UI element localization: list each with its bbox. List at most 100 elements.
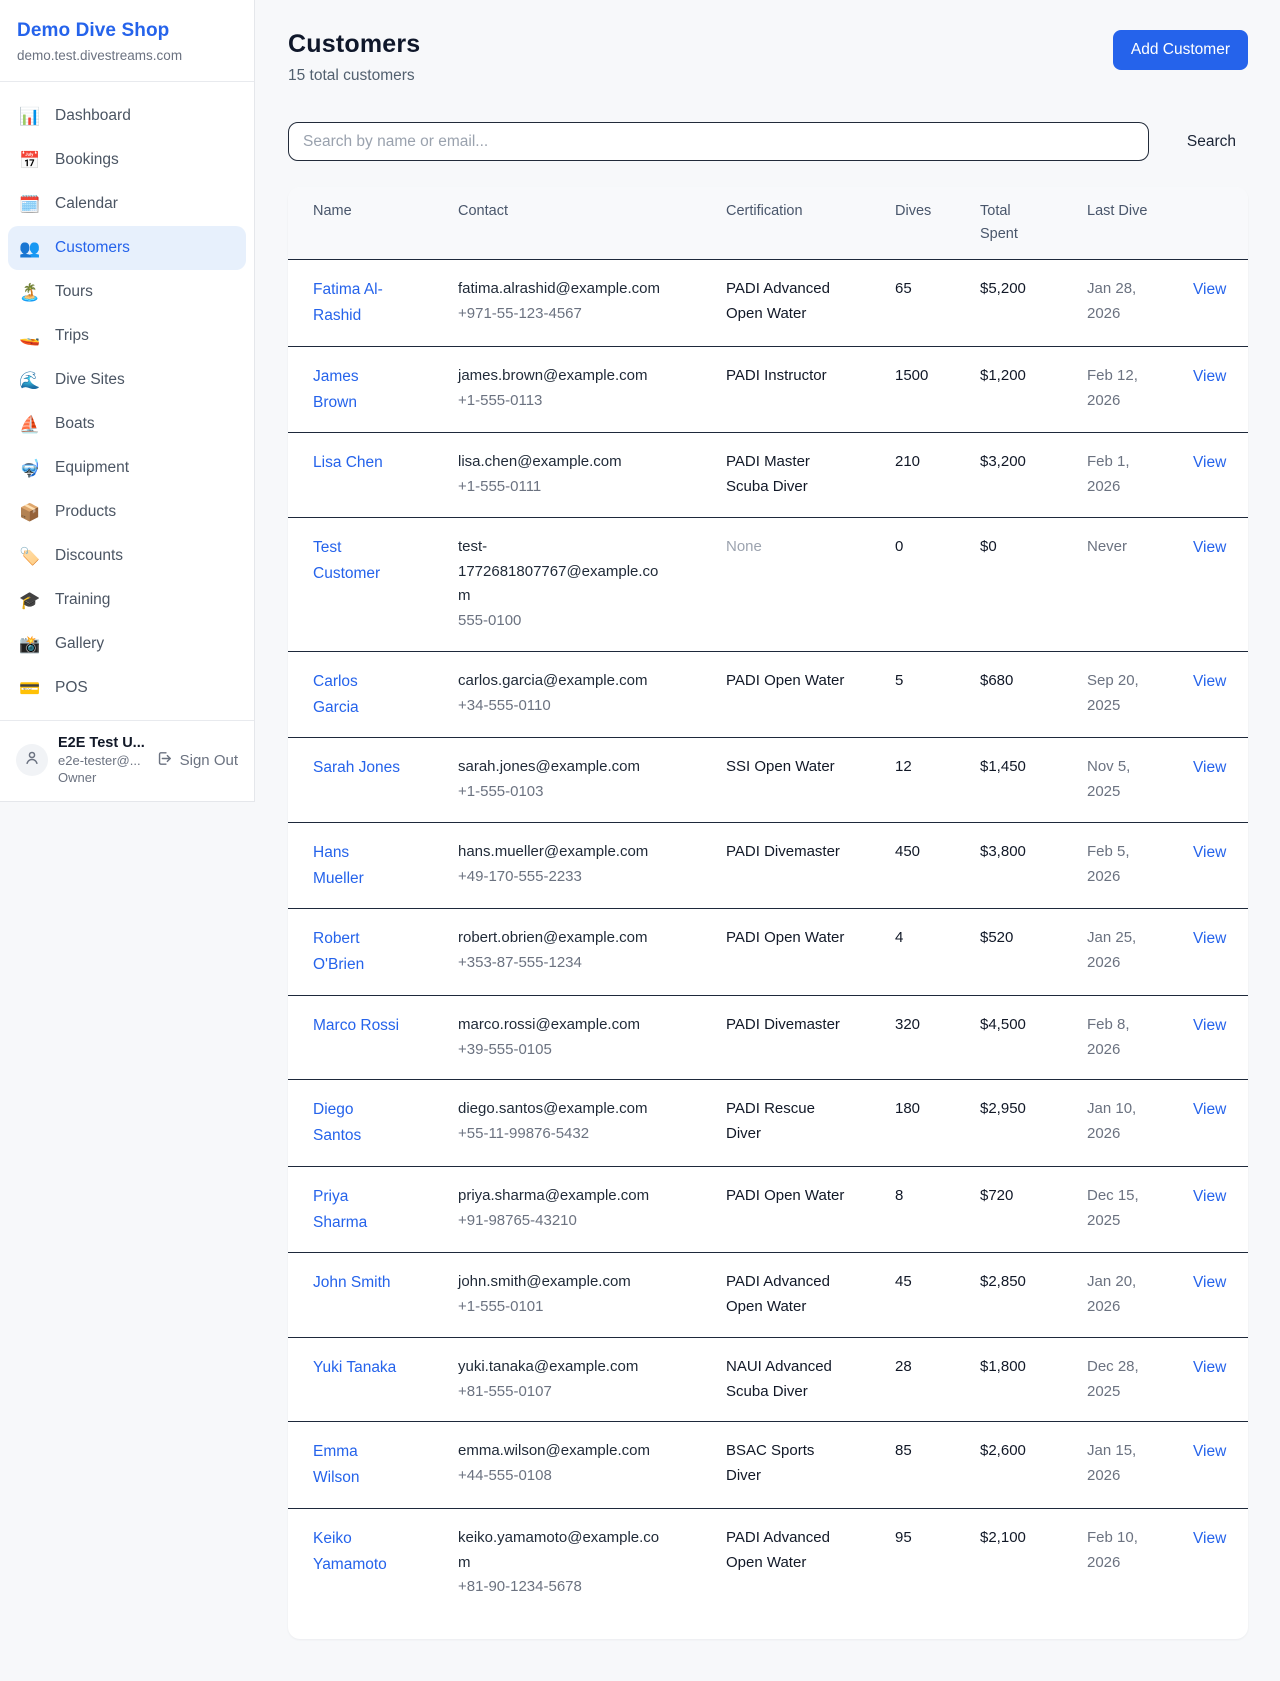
sidebar-item-pos[interactable]: 💳 POS: [8, 666, 246, 710]
column-header: Certification: [726, 187, 895, 259]
sidebar-nav: 📊 Dashboard 📅 Bookings 🗓️ Calendar 👥 Cus…: [0, 82, 254, 720]
customer-email: fatima.alrashid@example.com: [458, 277, 670, 302]
customer-name-link[interactable]: Hans Mueller: [313, 844, 364, 887]
customer-phone: +1-555-0113: [458, 389, 670, 414]
customer-phone: +1-555-0103: [458, 780, 670, 805]
customer-last-dive: Feb 1, 2026: [1087, 433, 1193, 517]
customer-certification: PADI Advanced Open Water: [726, 260, 895, 346]
sidebar-item-products[interactable]: 📦 Products: [8, 490, 246, 534]
customer-count: 15 total customers: [288, 67, 420, 85]
customer-name-link[interactable]: Test Customer: [313, 539, 380, 582]
customer-total-spent: $0: [980, 518, 1087, 651]
customer-total-spent: $520: [980, 909, 1087, 995]
add-customer-button[interactable]: Add Customer: [1113, 30, 1248, 70]
view-customer-link[interactable]: View: [1193, 1188, 1226, 1205]
customer-phone: +34-555-0110: [458, 694, 670, 719]
sidebar-item-training[interactable]: 🎓 Training: [8, 578, 246, 622]
search-button[interactable]: Search: [1175, 129, 1248, 155]
customer-name-link[interactable]: Lisa Chen: [313, 454, 383, 471]
sidebar-item-discounts[interactable]: 🏷️ Discounts: [8, 534, 246, 578]
sidebar-item-boats[interactable]: ⛵ Boats: [8, 402, 246, 446]
view-customer-link[interactable]: View: [1193, 673, 1226, 690]
view-customer-link[interactable]: View: [1193, 1359, 1226, 1376]
view-customer-link[interactable]: View: [1193, 281, 1226, 298]
view-customer-link[interactable]: View: [1193, 1017, 1226, 1034]
customer-name-link[interactable]: Marco Rossi: [313, 1017, 399, 1034]
view-customer-link[interactable]: View: [1193, 1530, 1226, 1547]
customer-total-spent: $1,450: [980, 738, 1087, 822]
customer-name-link[interactable]: Priya Sharma: [313, 1188, 367, 1231]
calendar-icon: 🗓️: [18, 196, 42, 213]
customer-dives: 4: [895, 909, 980, 995]
customer-phone: +44-555-0108: [458, 1464, 670, 1489]
customer-last-dive: Feb 5, 2026: [1087, 823, 1193, 909]
view-customer-link[interactable]: View: [1193, 1443, 1226, 1460]
sidebar-item-label: Products: [55, 503, 116, 521]
search-input[interactable]: [288, 122, 1149, 161]
customer-contact: john.smith@example.com +1-555-0101: [458, 1253, 726, 1337]
table-row: Hans Mueller hans.mueller@example.com +4…: [288, 823, 1248, 910]
sidebar-item-label: Dive Sites: [55, 371, 125, 389]
sidebar-item-label: Customers: [55, 239, 130, 257]
sidebar-item-calendar[interactable]: 🗓️ Calendar: [8, 182, 246, 226]
discounts-icon: 🏷️: [18, 548, 42, 565]
customer-phone: +49-170-555-2233: [458, 865, 670, 890]
sidebar-item-customers[interactable]: 👥 Customers: [8, 226, 246, 270]
training-icon: 🎓: [18, 592, 42, 609]
page-title: Customers: [288, 30, 420, 59]
view-customer-link[interactable]: View: [1193, 930, 1226, 947]
table-row: Carlos Garcia carlos.garcia@example.com …: [288, 652, 1248, 739]
customer-certification: PADI Master Scuba Diver: [726, 433, 895, 517]
customer-last-dive: Dec 28, 2025: [1087, 1338, 1193, 1422]
customer-name-link[interactable]: John Smith: [313, 1274, 391, 1291]
sidebar-item-dive-sites[interactable]: 🌊 Dive Sites: [8, 358, 246, 402]
customer-name-link[interactable]: Fatima Al-Rashid: [313, 281, 383, 324]
view-customer-link[interactable]: View: [1193, 759, 1226, 776]
main-content: Customers 15 total customers Add Custome…: [255, 0, 1280, 1681]
customer-phone: +971-55-123-4567: [458, 302, 670, 327]
customer-email: james.brown@example.com: [458, 364, 670, 389]
view-customer-link[interactable]: View: [1193, 844, 1226, 861]
sidebar-item-tours[interactable]: 🏝️ Tours: [8, 270, 246, 314]
customer-name-link[interactable]: Carlos Garcia: [313, 673, 359, 716]
customer-dives: 28: [895, 1338, 980, 1422]
column-header: Total Spent: [980, 187, 1087, 259]
customer-phone: +1-555-0111: [458, 475, 670, 500]
customer-name-link[interactable]: James Brown: [313, 368, 359, 411]
sidebar-item-gallery[interactable]: 📸 Gallery: [8, 622, 246, 666]
sidebar-item-bookings[interactable]: 📅 Bookings: [8, 138, 246, 182]
customer-phone: +81-555-0107: [458, 1380, 670, 1405]
customer-dives: 45: [895, 1253, 980, 1337]
dashboard-icon: 📊: [18, 108, 42, 125]
customer-email: keiko.yamamoto@example.com: [458, 1526, 670, 1576]
customer-contact: fatima.alrashid@example.com +971-55-123-…: [458, 260, 726, 346]
view-customer-link[interactable]: View: [1193, 1101, 1226, 1118]
customer-email: lisa.chen@example.com: [458, 450, 670, 475]
customer-total-spent: $2,100: [980, 1509, 1087, 1617]
sign-out-button[interactable]: Sign Out: [156, 750, 238, 771]
customer-name-link[interactable]: Robert O'Brien: [313, 930, 364, 973]
customer-certification: SSI Open Water: [726, 738, 895, 822]
customer-name-link[interactable]: Diego Santos: [313, 1101, 361, 1144]
sign-out-icon: [156, 750, 173, 771]
view-customer-link[interactable]: View: [1193, 454, 1226, 471]
sidebar-item-trips[interactable]: 🚤 Trips: [8, 314, 246, 358]
customer-name-link[interactable]: Emma Wilson: [313, 1443, 360, 1486]
customer-name-link[interactable]: Sarah Jones: [313, 759, 400, 776]
sidebar-user-section: E2E Test U... e2e-tester@... Owner Sign …: [0, 720, 254, 801]
sidebar-item-dashboard[interactable]: 📊 Dashboard: [8, 94, 246, 138]
view-customer-link[interactable]: View: [1193, 539, 1226, 556]
view-customer-link[interactable]: View: [1193, 368, 1226, 385]
view-customer-link[interactable]: View: [1193, 1274, 1226, 1291]
customer-dives: 180: [895, 1080, 980, 1166]
customer-total-spent: $3,200: [980, 433, 1087, 517]
customer-last-dive: Jan 28, 2026: [1087, 260, 1193, 346]
sidebar-item-equipment[interactable]: 🤿 Equipment: [8, 446, 246, 490]
customer-name-link[interactable]: Yuki Tanaka: [313, 1359, 396, 1376]
page-title-block: Customers 15 total customers: [288, 30, 420, 85]
customer-name-link[interactable]: Keiko Yamamoto: [313, 1530, 387, 1573]
table-row: Sarah Jones sarah.jones@example.com +1-5…: [288, 738, 1248, 823]
customer-last-dive: Jan 25, 2026: [1087, 909, 1193, 995]
customer-total-spent: $2,850: [980, 1253, 1087, 1337]
customer-certification: PADI Open Water: [726, 909, 895, 995]
